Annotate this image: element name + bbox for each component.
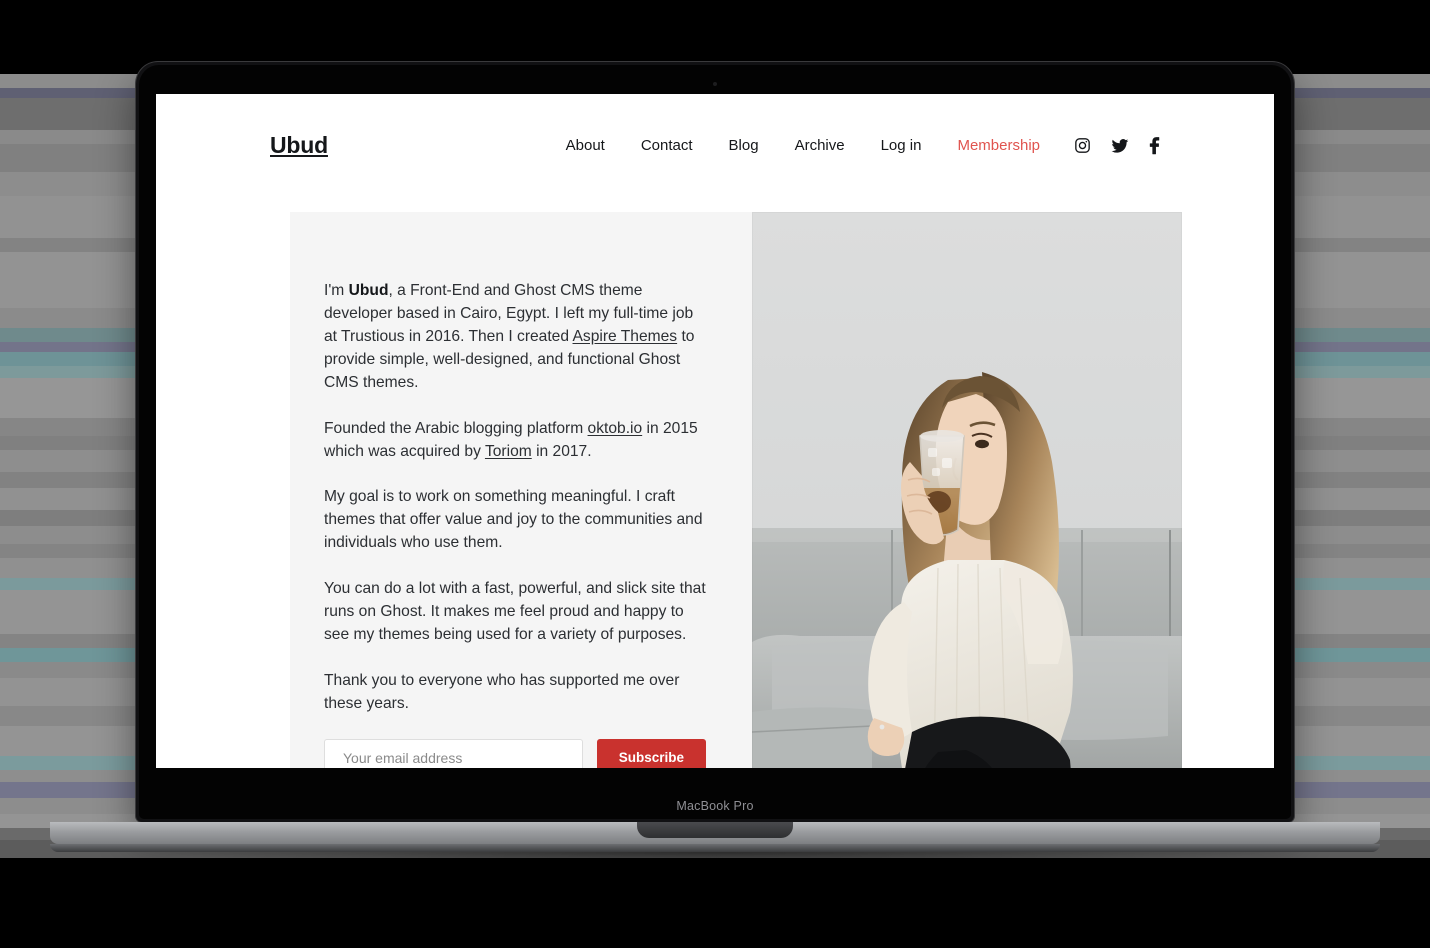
site-brand-logo[interactable]: Ubud	[270, 132, 328, 159]
laptop-lid: Ubud About Contact Blog Archive Log in M…	[136, 62, 1294, 822]
screen-viewport: Ubud About Contact Blog Archive Log in M…	[156, 94, 1274, 768]
nav-item-membership[interactable]: Membership	[957, 137, 1040, 154]
bio-p1-bold-name: Ubud	[348, 282, 389, 299]
bio-paragraph-3: My goal is to work on something meaningf…	[324, 488, 703, 552]
bio-paragraph-2: Founded the Arabic blogging platform okt…	[324, 418, 706, 464]
backdrop-band	[0, 858, 1430, 948]
laptop-drop-shadow	[170, 852, 1260, 866]
link-oktob-io[interactable]: oktob.io	[588, 420, 643, 437]
nav-item-log-in[interactable]: Log in	[881, 137, 922, 154]
facebook-icon[interactable]	[1149, 136, 1160, 155]
site-header: Ubud About Contact Blog Archive Log in M…	[156, 94, 1274, 159]
link-aspire-themes[interactable]: Aspire Themes	[573, 328, 678, 345]
device-model-label: MacBook Pro	[676, 799, 754, 813]
hero-section: I'm Ubud, a Front-End and Ghost CMS them…	[156, 212, 1274, 768]
twitter-icon[interactable]	[1111, 137, 1129, 155]
nav-item-contact[interactable]: Contact	[641, 137, 693, 154]
nav-item-about[interactable]: About	[566, 137, 605, 154]
hero-photo	[752, 212, 1182, 768]
bio-paragraph-5: Thank you to everyone who has supported …	[324, 671, 680, 712]
webcam-icon	[713, 82, 717, 86]
social-links	[1074, 136, 1160, 155]
bio-p2-part-c: in 2017.	[531, 442, 592, 460]
nav-item-archive[interactable]: Archive	[795, 137, 845, 154]
link-toriom[interactable]: Toriom	[485, 443, 532, 460]
nav-item-blog[interactable]: Blog	[729, 137, 759, 154]
email-input[interactable]	[324, 738, 583, 768]
hero-text-panel: I'm Ubud, a Front-End and Ghost CMS them…	[290, 212, 752, 768]
laptop-base-notch	[637, 822, 793, 838]
macbook-pro-device: Ubud About Contact Blog Archive Log in M…	[136, 62, 1294, 822]
subscribe-button[interactable]: Subscribe	[596, 738, 706, 768]
instagram-icon[interactable]	[1074, 137, 1091, 154]
subscribe-form: Subscribe	[324, 738, 706, 768]
bio-p2-part-a: Founded the Arabic blogging platform	[324, 419, 588, 437]
primary-navigation: About Contact Blog Archive Log in Member…	[530, 136, 1160, 155]
hero-photo-illustration	[752, 212, 1182, 768]
bio-paragraph-4: You can do a lot with a fast, powerful, …	[324, 580, 706, 644]
laptop-base-lip	[50, 844, 1380, 852]
bio-paragraph-1: I'm Ubud, a Front-End and Ghost CMS them…	[324, 280, 706, 395]
website-page: Ubud About Contact Blog Archive Log in M…	[156, 94, 1274, 768]
laptop-base	[50, 822, 1380, 866]
bio-p1-part-a: I'm	[324, 282, 349, 299]
